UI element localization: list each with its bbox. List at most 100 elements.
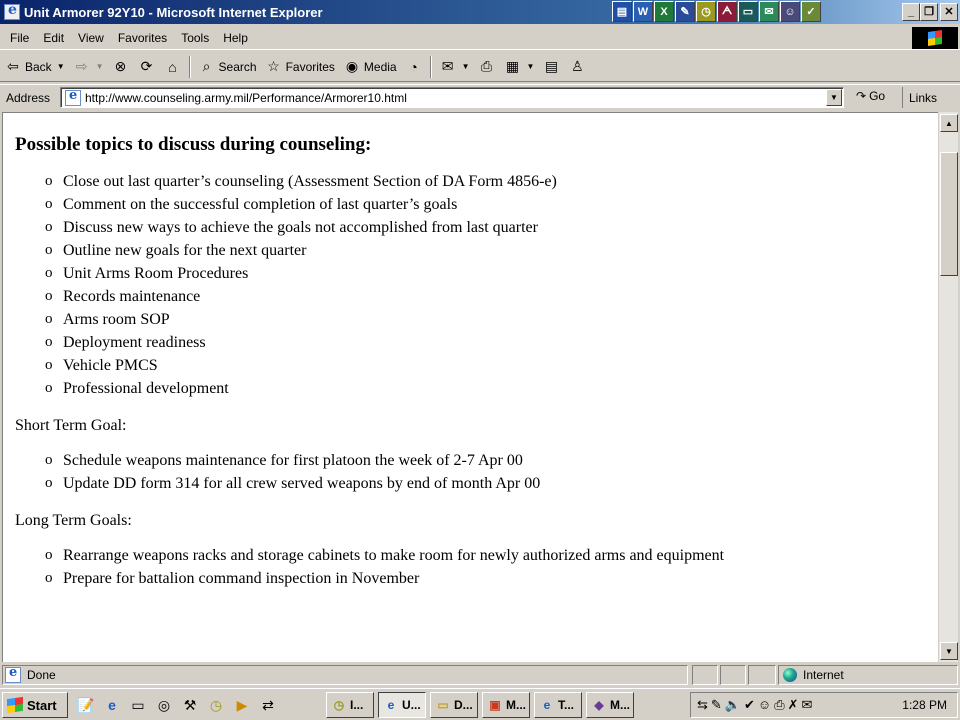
taskbar-item[interactable]: ◆ M... xyxy=(586,692,634,718)
document-icon[interactable]: ▤ xyxy=(612,1,632,22)
title-bar-app-icons: ▤ W X ✎ ◷ ᗅ ▭ ✉ ☺ ✓ xyxy=(612,1,821,23)
clock-icon[interactable]: ◷ xyxy=(206,695,226,715)
minimize-button[interactable]: _ xyxy=(902,3,920,21)
toolbar-separator xyxy=(188,55,191,78)
print-button[interactable]: ⎙ xyxy=(474,54,500,80)
forward-dropdown-icon[interactable]: ▼ xyxy=(96,62,104,71)
notepad-icon[interactable]: 📝 xyxy=(76,695,96,715)
mail-button[interactable]: ✉ ▼ xyxy=(435,54,474,80)
mail-dropdown-icon[interactable]: ▼ xyxy=(462,62,470,71)
scroll-up-icon[interactable]: ▲ xyxy=(940,114,958,132)
links-button[interactable]: Links xyxy=(902,87,937,108)
users-icon[interactable]: ☺ xyxy=(758,697,771,713)
start-button[interactable]: Start xyxy=(2,692,68,718)
title-bar[interactable]: Unit Armorer 92Y10 - Microsoft Internet … xyxy=(0,0,960,24)
ie-icon[interactable]: e xyxy=(102,695,122,715)
powerpoint-icon: ▣ xyxy=(489,698,501,712)
discuss-button[interactable]: ▤ xyxy=(538,54,564,80)
go-label: Go xyxy=(869,89,886,103)
history-icon: ◔ xyxy=(409,58,418,75)
favorites-button[interactable]: ☆ Favorites xyxy=(261,54,339,80)
folder-icon: ▭ xyxy=(437,698,449,712)
tray-icons: ⇆ ✎ 🔈 ✔ ☺ ⎙ ✗ ✉ xyxy=(691,697,812,713)
close-button[interactable]: ✕ xyxy=(940,3,958,21)
taskbar-item[interactable]: ▭ D... xyxy=(430,692,478,718)
task-label: D... xyxy=(454,698,473,712)
status-panel xyxy=(692,665,718,685)
clock[interactable]: 1:28 PM xyxy=(902,698,947,712)
address-url[interactable]: http://www.counseling.army.mil/Performan… xyxy=(85,91,407,105)
taskbar-item[interactable]: ▣ M... xyxy=(482,692,530,718)
printer-icon[interactable]: ⎙ xyxy=(774,697,784,713)
restore-button[interactable]: ❐ xyxy=(920,3,938,21)
history-button[interactable]: ◔ xyxy=(401,54,427,80)
desktop-icon[interactable]: ▭ xyxy=(738,1,758,22)
excel-icon[interactable]: X xyxy=(654,1,674,22)
discuss-icon: ▤ xyxy=(544,58,559,74)
toolbar-separator xyxy=(429,55,432,78)
notepad-icon[interactable]: ✓ xyxy=(801,1,821,22)
edit-dropdown-icon[interactable]: ▼ xyxy=(527,62,535,71)
mail-icon[interactable]: ✉ xyxy=(802,697,813,713)
network-icon[interactable]: ⇄ xyxy=(258,695,278,715)
outlook-icon[interactable]: ✉ xyxy=(759,1,779,22)
search-button[interactable]: ⌕ Search xyxy=(194,54,261,80)
page-viewport[interactable]: Possible topics to discuss during counse… xyxy=(2,112,938,662)
taskbar-item[interactable]: e T... xyxy=(534,692,582,718)
menu-edit[interactable]: Edit xyxy=(36,31,71,45)
volume-icon[interactable]: 🔈 xyxy=(725,697,741,713)
scroll-down-icon[interactable]: ▼ xyxy=(940,642,958,660)
scroll-thumb[interactable] xyxy=(940,152,958,276)
vertical-scrollbar[interactable]: ▲ ▼ xyxy=(938,112,958,662)
runner-icon[interactable]: ✗ xyxy=(788,697,799,713)
short-term-item: Schedule weapons maintenance for first p… xyxy=(45,449,927,472)
antivirus-icon[interactable]: ✔ xyxy=(744,697,755,713)
home-button[interactable]: ⌂ xyxy=(160,54,186,80)
topic-item: Vehicle PMCS xyxy=(45,354,927,377)
address-dropdown-icon[interactable]: ▼ xyxy=(826,89,842,106)
go-arrow-icon: ↷ xyxy=(856,89,867,103)
address-input[interactable]: http://www.counseling.army.mil/Performan… xyxy=(60,87,844,108)
show-desktop-icon[interactable]: ▭ xyxy=(128,695,148,715)
refresh-button[interactable]: ⟳ xyxy=(134,54,160,80)
menu-help[interactable]: Help xyxy=(216,31,255,45)
publisher-icon[interactable]: ✎ xyxy=(675,1,695,22)
menu-tools[interactable]: Tools xyxy=(174,31,216,45)
clock-icon[interactable]: ◷ xyxy=(696,1,716,22)
menu-favorites[interactable]: Favorites xyxy=(111,31,174,45)
taskbar-item[interactable]: ◷ I... xyxy=(326,692,374,718)
back-label: Back xyxy=(25,59,52,74)
messenger-button[interactable]: ♙ xyxy=(564,54,590,80)
ie-icon[interactable] xyxy=(4,2,20,20)
media-button[interactable]: ◉ Media xyxy=(339,54,401,80)
menu-view[interactable]: View xyxy=(71,31,111,45)
edit-button[interactable]: ▦ ▼ xyxy=(500,54,539,80)
tools-icon[interactable]: ⚒ xyxy=(180,695,200,715)
stop-button[interactable]: ⊗ xyxy=(108,54,134,80)
back-arrow-icon: ⇦ xyxy=(7,58,19,74)
start-label: Start xyxy=(27,697,57,713)
status-text: Done xyxy=(27,668,56,682)
media-icon[interactable]: ▶ xyxy=(232,695,252,715)
page-heading: Possible topics to discuss during counse… xyxy=(15,134,372,155)
access-icon[interactable]: ᗅ xyxy=(717,1,737,22)
mail-icon: ✉ xyxy=(441,58,454,74)
pencil-icon[interactable]: ✎ xyxy=(711,697,722,713)
long-term-item: Prepare for battalion command inspection… xyxy=(45,567,927,590)
back-button[interactable]: ⇦ Back ▼ xyxy=(0,54,69,80)
task-label: T... xyxy=(558,698,575,712)
topic-item: Unit Arms Room Procedures xyxy=(45,262,927,285)
forward-button[interactable]: ⇨ ▼ xyxy=(69,54,108,80)
address-label: Address xyxy=(6,90,51,105)
go-button[interactable]: ↷ Go xyxy=(856,89,885,103)
grip-icon[interactable]: ☺ xyxy=(780,1,800,22)
task-label: U... xyxy=(402,698,421,712)
network-icon[interactable]: ⇆ xyxy=(697,697,708,713)
menu-file[interactable]: File xyxy=(0,31,36,45)
page-document: Possible topics to discuss during counse… xyxy=(15,133,927,590)
back-dropdown-icon[interactable]: ▼ xyxy=(57,62,65,71)
taskbar-item-active[interactable]: e U... xyxy=(378,692,426,718)
word-icon[interactable]: W xyxy=(633,1,653,22)
media-player-icon[interactable]: ◎ xyxy=(154,695,174,715)
favorites-label: Favorites xyxy=(285,59,335,74)
